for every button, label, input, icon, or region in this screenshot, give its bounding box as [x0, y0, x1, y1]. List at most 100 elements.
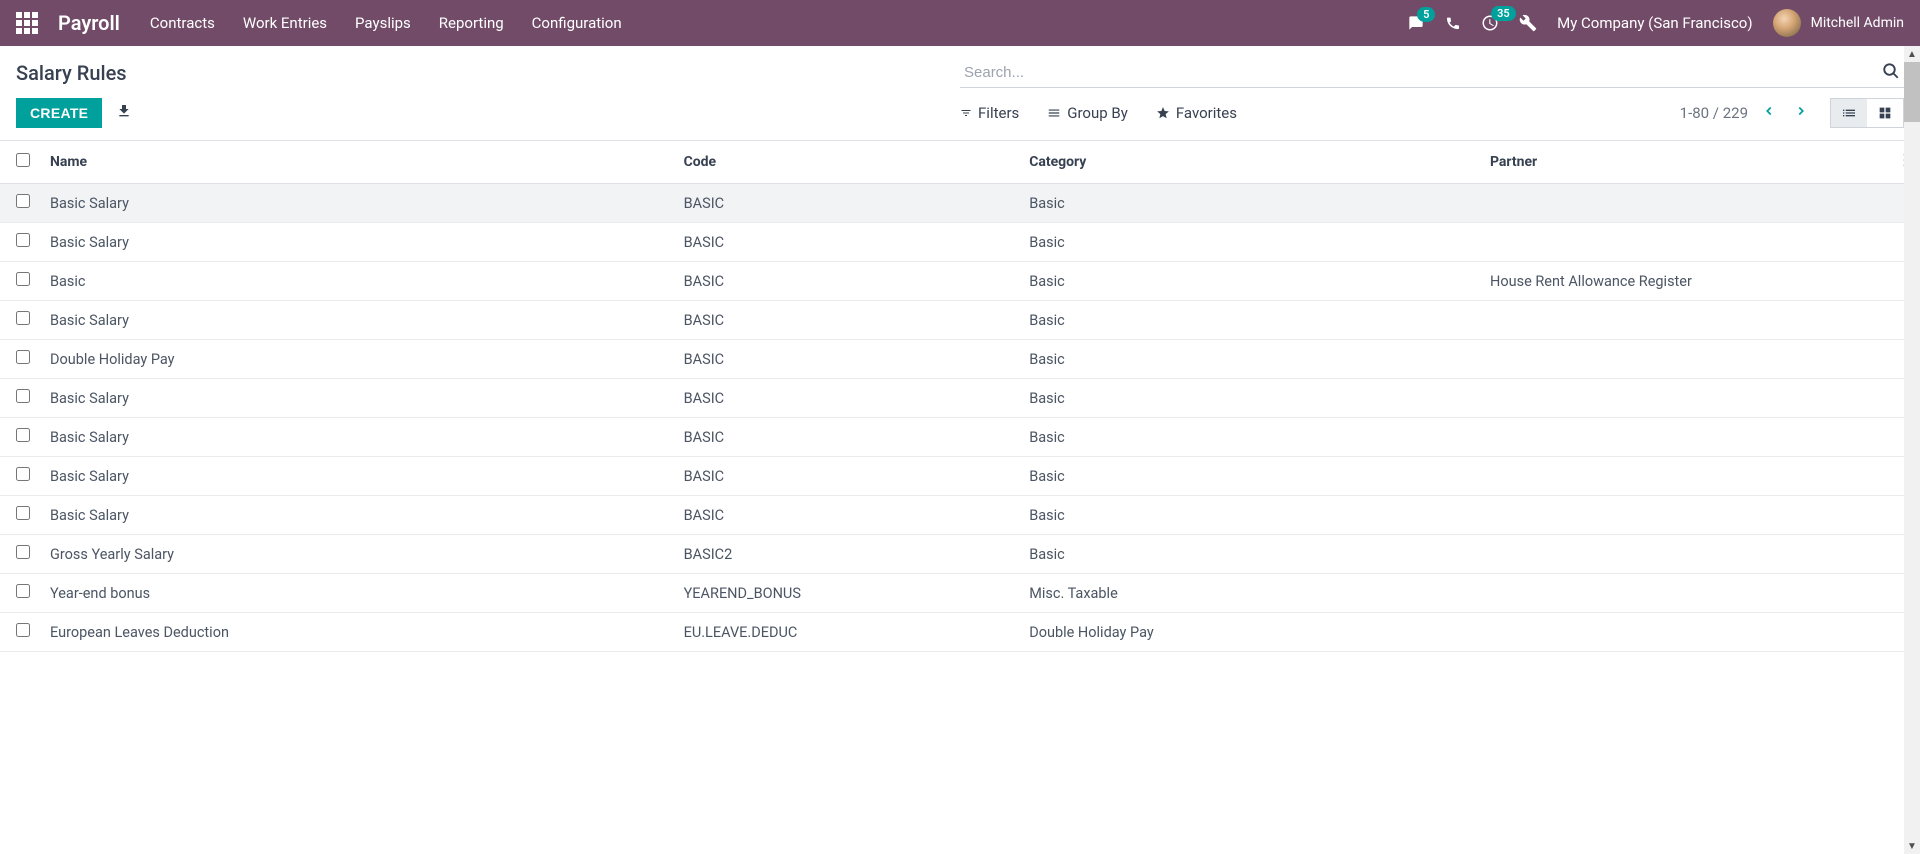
apps-menu-icon[interactable] — [16, 12, 38, 34]
kanban-view-icon[interactable] — [1867, 99, 1903, 127]
table-row[interactable]: Basic Salary BASIC Basic — [0, 379, 1920, 418]
cell-partner — [1480, 457, 1890, 496]
cell-name: Basic Salary — [40, 496, 674, 535]
user-menu[interactable]: Mitchell Admin — [1773, 9, 1904, 37]
cell-category: Basic — [1019, 262, 1480, 301]
cell-category: Basic — [1019, 535, 1480, 574]
scroll-down-icon[interactable]: ▼ — [1904, 838, 1920, 854]
row-checkbox[interactable] — [16, 389, 30, 403]
control-panel: Salary Rules CREATE Filters Group By Fav… — [0, 46, 1920, 140]
header-name[interactable]: Name — [40, 141, 674, 184]
cell-partner — [1480, 301, 1890, 340]
messaging-badge: 5 — [1417, 7, 1435, 22]
cell-code: BASIC — [674, 379, 1020, 418]
search-input[interactable] — [960, 58, 1904, 88]
row-checkbox[interactable] — [16, 272, 30, 286]
cell-code: BASIC — [674, 262, 1020, 301]
nav-configuration[interactable]: Configuration — [532, 14, 622, 32]
cell-name: Basic Salary — [40, 418, 674, 457]
table-row[interactable]: Basic BASIC Basic House Rent Allowance R… — [0, 262, 1920, 301]
row-checkbox[interactable] — [16, 584, 30, 598]
nav-right-section: 5 35 My Company (San Francisco) Mitchell… — [1407, 9, 1904, 37]
activities-icon[interactable]: 35 — [1481, 14, 1499, 32]
cell-category: Basic — [1019, 379, 1480, 418]
nav-work-entries[interactable]: Work Entries — [243, 14, 327, 32]
create-button[interactable]: CREATE — [16, 98, 102, 128]
cell-name: Basic Salary — [40, 457, 674, 496]
cell-name: Year-end bonus — [40, 574, 674, 613]
cell-name: Basic Salary — [40, 379, 674, 418]
nav-contracts[interactable]: Contracts — [150, 14, 215, 32]
cell-partner: House Rent Allowance Register — [1480, 262, 1890, 301]
cell-partner — [1480, 496, 1890, 535]
nav-payslips[interactable]: Payslips — [355, 14, 411, 32]
header-category[interactable]: Category — [1019, 141, 1480, 184]
app-brand[interactable]: Payroll — [58, 11, 120, 35]
cell-category: Basic — [1019, 457, 1480, 496]
cell-category: Basic — [1019, 223, 1480, 262]
messaging-icon[interactable]: 5 — [1407, 15, 1425, 31]
vertical-scrollbar[interactable]: ▲ ▼ — [1904, 46, 1920, 854]
table-row[interactable]: Basic Salary BASIC Basic — [0, 418, 1920, 457]
pager-range[interactable]: 1-80 / 229 — [1680, 104, 1748, 122]
cell-code: BASIC — [674, 457, 1020, 496]
phone-icon[interactable] — [1445, 15, 1461, 31]
import-icon[interactable] — [116, 103, 132, 123]
cell-category: Basic — [1019, 301, 1480, 340]
cell-category: Basic — [1019, 184, 1480, 223]
cell-name: Double Holiday Pay — [40, 340, 674, 379]
header-partner[interactable]: Partner — [1480, 141, 1890, 184]
row-checkbox[interactable] — [16, 350, 30, 364]
search-wrap — [960, 58, 1904, 88]
activities-badge: 35 — [1491, 6, 1516, 21]
cell-category: Basic — [1019, 418, 1480, 457]
list-view-icon[interactable] — [1831, 99, 1867, 127]
table-container: Name Code Category Partner Basic Salary … — [0, 141, 1920, 825]
pager-next-icon[interactable] — [1790, 100, 1812, 126]
row-checkbox[interactable] — [16, 428, 30, 442]
scroll-thumb[interactable] — [1904, 62, 1920, 122]
favorites-dropdown[interactable]: Favorites — [1156, 104, 1237, 122]
cell-name: Basic Salary — [40, 223, 674, 262]
table-row[interactable]: Basic Salary BASIC Basic — [0, 457, 1920, 496]
row-checkbox[interactable] — [16, 467, 30, 481]
nav-reporting[interactable]: Reporting — [439, 14, 504, 32]
table-row[interactable]: Year-end bonus YEAREND_BONUS Misc. Taxab… — [0, 574, 1920, 613]
row-checkbox[interactable] — [16, 506, 30, 520]
cell-code: BASIC — [674, 340, 1020, 379]
table-row[interactable]: Basic Salary BASIC Basic — [0, 184, 1920, 223]
pager-prev-icon[interactable] — [1758, 100, 1780, 126]
cell-partner — [1480, 223, 1890, 262]
table-row[interactable]: Basic Salary BASIC Basic — [0, 223, 1920, 262]
header-code[interactable]: Code — [674, 141, 1020, 184]
select-all-checkbox[interactable] — [16, 153, 30, 167]
scroll-up-icon[interactable]: ▲ — [1904, 46, 1920, 62]
row-checkbox[interactable] — [16, 194, 30, 208]
cell-code: EU.LEAVE.DEDUC — [674, 613, 1020, 652]
filters-dropdown[interactable]: Filters — [960, 104, 1019, 122]
cell-code: BASIC — [674, 496, 1020, 535]
user-avatar-icon — [1773, 9, 1801, 37]
table-row[interactable]: Double Holiday Pay BASIC Basic — [0, 340, 1920, 379]
cell-partner — [1480, 574, 1890, 613]
cell-name: Gross Yearly Salary — [40, 535, 674, 574]
table-row[interactable]: Basic Salary BASIC Basic — [0, 496, 1920, 535]
table-row[interactable]: Basic Salary BASIC Basic — [0, 301, 1920, 340]
tools-icon[interactable] — [1519, 14, 1537, 32]
row-checkbox[interactable] — [16, 233, 30, 247]
cell-partner — [1480, 340, 1890, 379]
cell-partner — [1480, 379, 1890, 418]
row-checkbox[interactable] — [16, 545, 30, 559]
search-icon[interactable] — [1882, 62, 1900, 84]
main-navbar: Payroll Contracts Work Entries Payslips … — [0, 0, 1920, 46]
cell-code: BASIC — [674, 223, 1020, 262]
company-selector[interactable]: My Company (San Francisco) — [1557, 14, 1752, 32]
row-checkbox[interactable] — [16, 623, 30, 637]
groupby-dropdown[interactable]: Group By — [1047, 104, 1128, 122]
row-checkbox[interactable] — [16, 311, 30, 325]
cell-code: YEAREND_BONUS — [674, 574, 1020, 613]
table-row[interactable]: European Leaves Deduction EU.LEAVE.DEDUC… — [0, 613, 1920, 652]
cell-name: Basic Salary — [40, 184, 674, 223]
nav-menu: Contracts Work Entries Payslips Reportin… — [150, 14, 622, 32]
table-row[interactable]: Gross Yearly Salary BASIC2 Basic — [0, 535, 1920, 574]
